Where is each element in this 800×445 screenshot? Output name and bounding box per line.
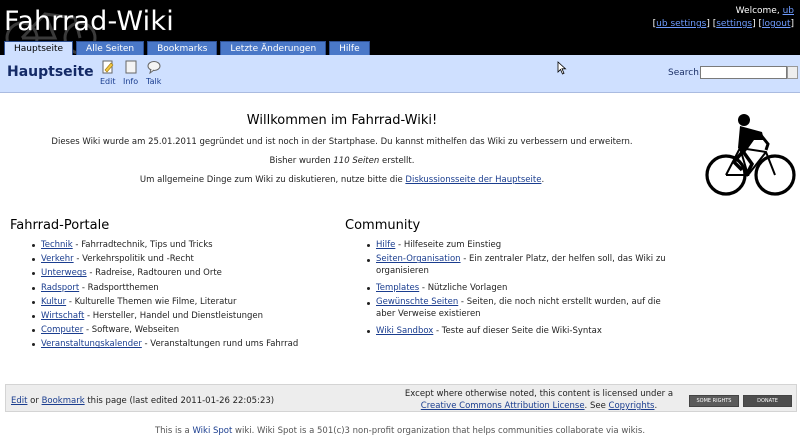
user-settings-link[interactable]: ub settings xyxy=(656,19,706,29)
list-item: Veranstaltungskalender - Veranstaltungen… xyxy=(31,337,331,351)
bottom-prefix: This is a xyxy=(154,426,193,436)
community-heading: Community xyxy=(345,218,421,233)
bottom-suffix: wiki. Wiki Spot is a 501(c)3 non-profit … xyxy=(232,426,646,436)
list-item: Wirtschaft - Hersteller, Handel und Dien… xyxy=(31,309,331,323)
list-item-desc: - Radreise, Radtouren und Orte xyxy=(86,268,222,279)
nav-tabs: Hauptseite Alle Seiten Bookmarks Letzte … xyxy=(4,41,370,57)
cc-badge[interactable]: SOME RIGHTS xyxy=(689,395,739,407)
cyclist-illustration xyxy=(705,114,796,196)
cc-license-link[interactable]: Creative Commons Attribution License xyxy=(421,401,585,411)
edit-label: Edit xyxy=(100,77,116,86)
portals-list: Technik - Fahrradtechnik, Tips und Trick… xyxy=(31,238,331,352)
info-button[interactable]: Info xyxy=(123,60,138,86)
edit-button[interactable]: Edit xyxy=(100,60,116,86)
portal-link-radsport[interactable]: Radsport xyxy=(41,283,79,293)
license-mid: . See xyxy=(584,401,609,411)
talk-label: Talk xyxy=(146,77,162,86)
list-item: Gewünschte Seiten - Seiten, die noch nic… xyxy=(366,296,666,320)
footer-edit-link[interactable]: Edit xyxy=(11,396,27,406)
license-line-2: Creative Commons Attribution License. Se… xyxy=(404,400,674,412)
intro-line-2: Bisher wurden 110 Seiten erstellt. xyxy=(0,156,684,166)
list-item-desc: - Software, Webseiten xyxy=(83,325,180,336)
tab-hilfe[interactable]: Hilfe xyxy=(329,41,370,56)
page-footer: Edit or Bookmark this page (last edited … xyxy=(5,384,797,412)
list-item: Templates - Nützliche Vorlagen xyxy=(366,281,666,295)
last-edited-text: this page (last edited 2011-01-26 22:05:… xyxy=(84,396,275,406)
info-icon xyxy=(125,60,137,74)
community-link-seiten-organisation[interactable]: Seiten-Organisation xyxy=(376,254,461,264)
portal-link-technik[interactable]: Technik xyxy=(41,240,73,250)
list-item-desc: - Kulturelle Themen wie Filme, Literatur xyxy=(66,296,237,307)
intro-line-2-suffix: erstellt. xyxy=(379,156,415,166)
site-header: Fahrrad-Wiki Welcome, ub [ub settings] [… xyxy=(0,0,800,57)
welcome-text: Welcome, ub xyxy=(736,6,794,16)
page-title: Hauptseite xyxy=(7,64,94,80)
edit-icon xyxy=(102,60,114,74)
intro-line-2-prefix: Bisher wurden xyxy=(269,156,334,166)
list-item-desc: - Nützliche Vorlagen xyxy=(419,283,508,294)
intro-line-3-prefix: Um allgemeine Dinge zum Wiki zu diskutie… xyxy=(139,175,406,185)
list-item-desc: - Hersteller, Handel und Dienstleistunge… xyxy=(84,311,264,322)
community-list: Hilfe - Hilfeseite zum Einstieg Seiten-O… xyxy=(366,238,666,339)
wikispot-notice: This is a Wiki Spot wiki. Wiki Spot is a… xyxy=(0,426,800,436)
portal-link-veranstaltungskalender[interactable]: Veranstaltungskalender xyxy=(41,339,142,349)
community-link-templates[interactable]: Templates xyxy=(376,283,419,293)
list-item-desc: - Fahrradtechnik, Tips und Tricks xyxy=(72,240,213,250)
page-count: 110 Seiten xyxy=(333,156,380,166)
list-item: Seiten-Organisation - Ein zentraler Plat… xyxy=(366,253,666,277)
license-prefix: Except where otherwise noted, this conte… xyxy=(404,389,674,399)
community-link-wiki-sandbox[interactable]: Wiki Sandbox xyxy=(376,326,433,336)
list-item: Verkehr - Verkehrspolitik und -Recht xyxy=(31,252,331,266)
welcome-heading: Willkommen im Fahrrad-Wiki! xyxy=(246,113,438,128)
welcome-prefix: Welcome, xyxy=(735,6,780,16)
portal-link-computer[interactable]: Computer xyxy=(41,325,83,335)
portals-heading: Fahrrad-Portale xyxy=(10,218,110,233)
talk-icon xyxy=(147,61,161,75)
username-link[interactable]: ub xyxy=(783,6,794,16)
list-item: Kultur - Kulturelle Themen wie Filme, Li… xyxy=(31,295,331,309)
intro-line-1: Dieses Wiki wurde am 25.01.2011 gegründe… xyxy=(51,137,633,147)
list-item-desc: - Veranstaltungen rund ums Fahrrad xyxy=(141,339,299,350)
search-button[interactable] xyxy=(787,66,798,79)
list-item: Computer - Software, Webseiten xyxy=(31,323,331,337)
settings-link[interactable]: settings xyxy=(716,19,752,29)
community-link-hilfe[interactable]: Hilfe xyxy=(376,240,395,250)
search-label: Search: xyxy=(668,68,702,78)
discussion-link[interactable]: Diskussionsseite der Hauptseite xyxy=(405,175,541,185)
tab-alle-seiten[interactable]: Alle Seiten xyxy=(76,41,145,56)
page-actions: Edit or Bookmark this page (last edited … xyxy=(11,396,274,406)
portal-link-kultur[interactable]: Kultur xyxy=(41,297,66,307)
wikispot-link[interactable]: Wiki Spot xyxy=(192,426,232,436)
license-end: . xyxy=(654,401,658,411)
community-link-gewuenschte-seiten[interactable]: Gewünschte Seiten xyxy=(376,297,458,307)
list-item: Hilfe - Hilfeseite zum Einstieg xyxy=(366,238,666,252)
tab-bookmarks[interactable]: Bookmarks xyxy=(147,41,218,56)
logout-link[interactable]: logout xyxy=(762,19,790,29)
copyrights-link[interactable]: Copyrights xyxy=(609,401,655,411)
list-item: Technik - Fahrradtechnik, Tips und Trick… xyxy=(31,238,331,252)
list-item: Wiki Sandbox - Teste auf dieser Seite di… xyxy=(366,324,666,338)
portal-link-unterwegs[interactable]: Unterwegs xyxy=(41,268,87,278)
list-item: Radsport - Radsportthemen xyxy=(31,281,331,295)
search-input[interactable] xyxy=(700,66,787,79)
tab-letzte-aenderungen[interactable]: Letzte Änderungen xyxy=(220,41,327,56)
footer-or: or xyxy=(27,396,42,406)
site-title[interactable]: Fahrrad-Wiki xyxy=(4,6,174,37)
intro-line-3-suffix: . xyxy=(541,175,545,185)
list-item-desc: - Radsportthemen xyxy=(79,282,159,293)
portal-link-wirtschaft[interactable]: Wirtschaft xyxy=(41,311,84,321)
user-links: [ub settings] [settings] [logout] xyxy=(652,19,794,29)
info-label: Info xyxy=(123,77,139,86)
list-item-desc: - Hilfeseite zum Einstieg xyxy=(395,240,502,250)
license-notice: Except where otherwise noted, this conte… xyxy=(404,388,674,412)
intro-line-3: Um allgemeine Dinge zum Wiki zu diskutie… xyxy=(0,175,684,185)
mouse-cursor-icon xyxy=(557,61,567,75)
list-item-desc: - Teste auf dieser Seite die Wiki-Syntax xyxy=(433,326,602,337)
talk-button[interactable]: Talk xyxy=(146,60,161,86)
portal-link-verkehr[interactable]: Verkehr xyxy=(41,254,74,264)
footer-bookmark-link[interactable]: Bookmark xyxy=(42,396,85,406)
list-item: Unterwegs - Radreise, Radtouren und Orte xyxy=(31,266,331,280)
list-item-desc: - Verkehrspolitik und -Recht xyxy=(73,254,194,265)
donate-badge[interactable]: DONATE xyxy=(743,395,792,407)
